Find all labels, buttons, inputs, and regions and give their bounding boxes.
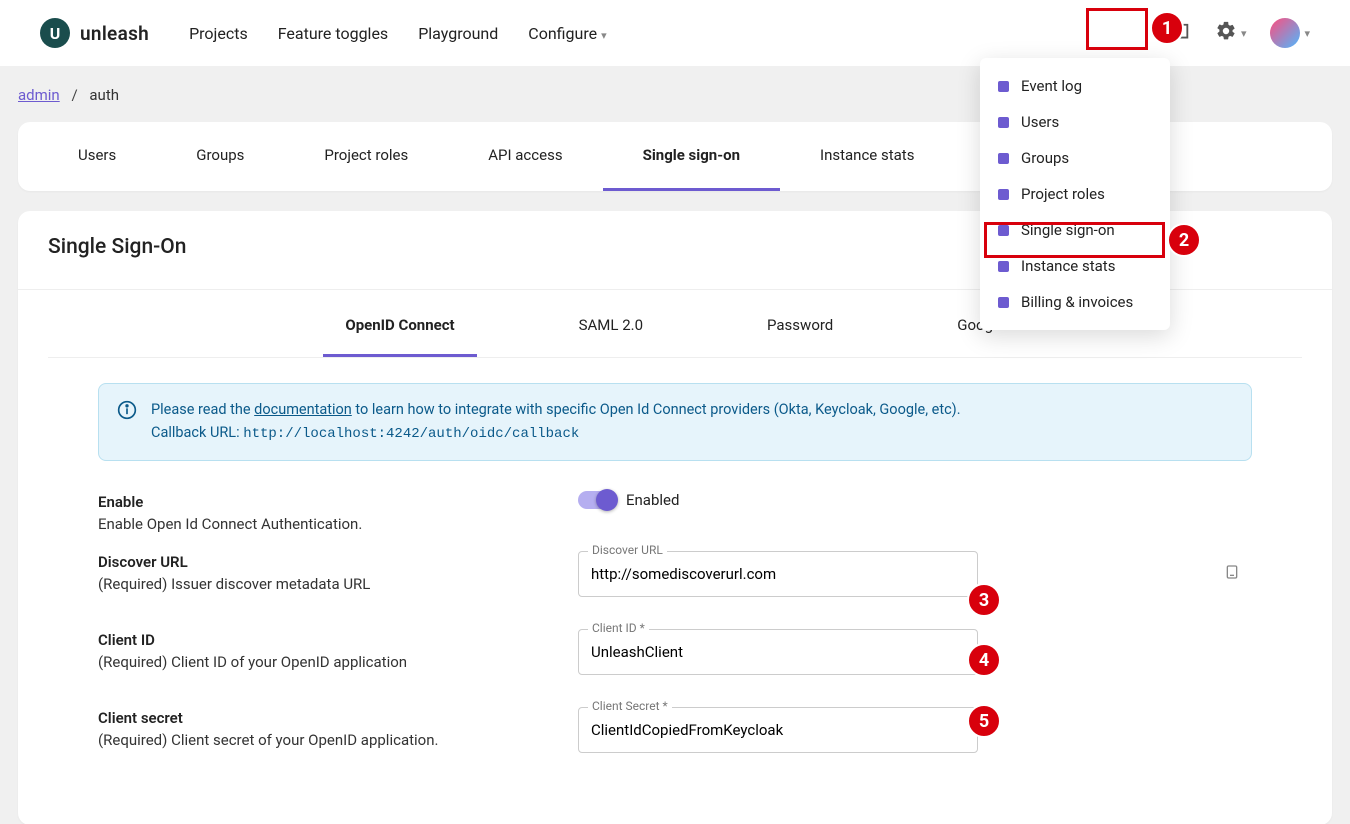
discover-url-input[interactable]: [578, 551, 978, 597]
docs-icon[interactable]: [1169, 22, 1191, 44]
menu-billing[interactable]: Billing & invoices: [980, 284, 1170, 320]
enable-toggle[interactable]: [578, 491, 616, 509]
menu-dot-icon: [998, 117, 1009, 128]
top-nav: U unleash Projects Feature toggles Playg…: [0, 0, 1350, 66]
tab-groups[interactable]: Groups: [156, 122, 284, 191]
menu-project-roles[interactable]: Project roles: [980, 176, 1170, 212]
client-id-input[interactable]: [578, 629, 978, 675]
gear-icon: [1215, 20, 1237, 46]
menu-instance-stats[interactable]: Instance stats: [980, 248, 1170, 284]
breadcrumb-root[interactable]: admin: [18, 86, 60, 104]
logo-mark: U: [40, 18, 70, 48]
enable-title: Enable: [98, 493, 578, 511]
tab-api-access[interactable]: API access: [448, 122, 602, 191]
menu-dot-icon: [998, 81, 1009, 92]
row-client-id: Client ID (Required) Client ID of your O…: [98, 629, 1252, 689]
breadcrumb-current: auth: [89, 86, 119, 104]
client-id-field-label: Client ID *: [588, 621, 649, 635]
chevron-down-icon: ▾: [601, 29, 607, 42]
menu-dot-icon: [998, 189, 1009, 200]
discover-field-label: Discover URL: [588, 543, 667, 557]
settings-dropdown: Event log Users Groups Project roles Sin…: [980, 58, 1170, 330]
chevron-down-icon: ▾: [1304, 27, 1310, 40]
oidc-form: Enable Enable Open Id Connect Authentica…: [18, 481, 1332, 824]
info-text: Please read the documentation to learn h…: [151, 398, 961, 446]
menu-dot-icon: [998, 261, 1009, 272]
menu-label: Project roles: [1021, 185, 1105, 203]
tab-single-sign-on[interactable]: Single sign-on: [603, 122, 780, 191]
menu-single-sign-on[interactable]: Single sign-on: [980, 212, 1170, 248]
tab-project-roles[interactable]: Project roles: [284, 122, 448, 191]
nav-projects[interactable]: Projects: [189, 24, 248, 43]
nav-right: ▾ ▾: [1169, 16, 1310, 50]
toggle-label: Enabled: [626, 491, 679, 509]
client-secret-desc: (Required) Client secret of your OpenID …: [98, 731, 578, 749]
nav-configure[interactable]: Configure ▾: [528, 24, 606, 43]
client-secret-input[interactable]: [578, 707, 978, 753]
row-enable: Enable Enable Open Id Connect Authentica…: [98, 491, 1252, 533]
nav-playground[interactable]: Playground: [418, 24, 498, 43]
nav-feature-toggles[interactable]: Feature toggles: [278, 24, 388, 43]
documentation-link[interactable]: documentation: [254, 401, 352, 418]
info-banner: Please read the documentation to learn h…: [98, 383, 1252, 461]
settings-menu-button[interactable]: ▾: [1209, 16, 1253, 50]
tab-users[interactable]: Users: [38, 122, 156, 191]
menu-label: Groups: [1021, 149, 1069, 167]
brand-name: unleash: [80, 22, 149, 45]
row-client-secret: Client secret (Required) Client secret o…: [98, 707, 1252, 767]
client-id-desc: (Required) Client ID of your OpenID appl…: [98, 653, 578, 671]
avatar: [1270, 18, 1300, 48]
client-secret-title: Client secret: [98, 709, 578, 727]
menu-label: Instance stats: [1021, 257, 1115, 275]
menu-dot-icon: [998, 153, 1009, 164]
menu-label: Users: [1021, 113, 1059, 131]
client-id-title: Client ID: [98, 631, 578, 649]
nav-links: Projects Feature toggles Playground Conf…: [189, 24, 607, 43]
row-discover-url: Discover URL (Required) Issuer discover …: [98, 551, 1252, 611]
callback-url: http://localhost:4242/auth/oidc/callback: [243, 426, 579, 442]
nav-left: U unleash Projects Feature toggles Playg…: [40, 18, 607, 48]
menu-label: Single sign-on: [1021, 221, 1115, 239]
breadcrumb-sep: /: [71, 86, 77, 104]
menu-label: Billing & invoices: [1021, 293, 1133, 311]
menu-users[interactable]: Users: [980, 104, 1170, 140]
info-pre: Please read the: [151, 401, 254, 418]
discover-title: Discover URL: [98, 553, 578, 571]
menu-label: Event log: [1021, 77, 1082, 95]
menu-dot-icon: [998, 225, 1009, 236]
tab-instance-stats[interactable]: Instance stats: [780, 122, 954, 191]
enable-desc: Enable Open Id Connect Authentication.: [98, 515, 578, 533]
discover-desc: (Required) Issuer discover metadata URL: [98, 575, 578, 593]
client-secret-field-label: Client Secret *: [588, 699, 672, 713]
tab-saml[interactable]: SAML 2.0: [557, 290, 665, 357]
menu-groups[interactable]: Groups: [980, 140, 1170, 176]
tab-openid-connect[interactable]: OpenID Connect: [323, 290, 476, 357]
info-icon: [117, 398, 137, 427]
brand-logo[interactable]: U unleash: [40, 18, 149, 48]
key-icon: [1224, 564, 1240, 584]
chevron-down-icon: ▾: [1241, 27, 1247, 40]
toggle-knob: [596, 489, 618, 511]
info-post: to learn how to integrate with specific …: [352, 401, 961, 418]
user-menu[interactable]: ▾: [1270, 18, 1310, 48]
menu-event-log[interactable]: Event log: [980, 68, 1170, 104]
menu-dot-icon: [998, 297, 1009, 308]
nav-configure-label: Configure: [528, 24, 597, 43]
callback-label: Callback URL:: [151, 424, 243, 441]
tab-password[interactable]: Password: [745, 290, 855, 357]
